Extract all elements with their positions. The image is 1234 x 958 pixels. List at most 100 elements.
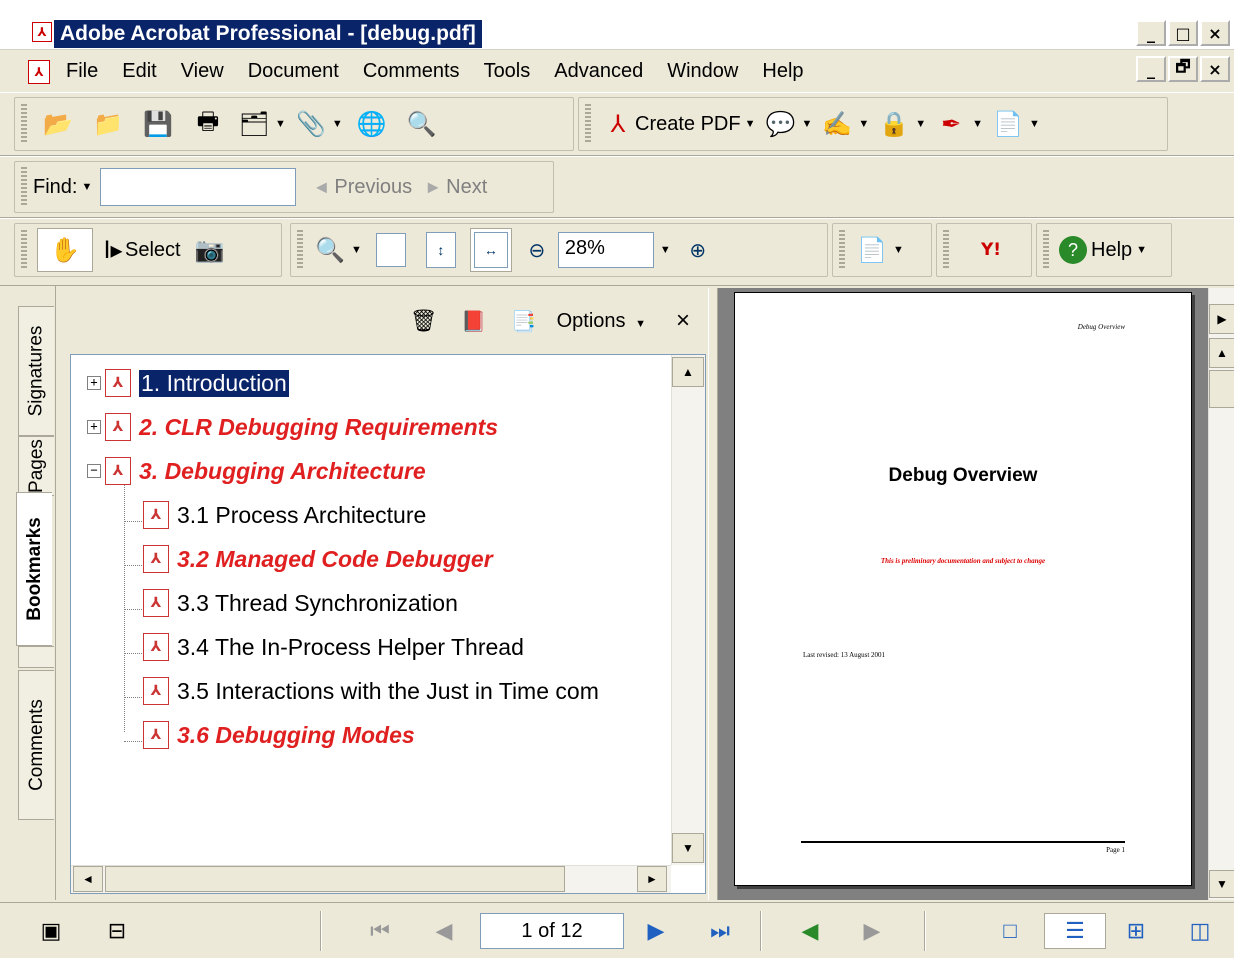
expand-icon[interactable]: +: [87, 376, 101, 390]
bookmark-item[interactable]: − ⅄ 3. Debugging Architecture: [87, 453, 426, 489]
single-page-layout-icon[interactable]: □: [990, 913, 1030, 949]
collapse-icon[interactable]: −: [87, 464, 101, 478]
page-size-icon[interactable]: ⊟: [102, 913, 132, 949]
menu-document[interactable]: Document: [236, 60, 351, 83]
bookmarks-horizontal-scrollbar[interactable]: ◄ ►: [71, 865, 671, 893]
toolbar-grip[interactable]: [943, 230, 949, 270]
toolbar-grip[interactable]: [21, 104, 27, 144]
close-button[interactable]: ×: [1200, 20, 1230, 46]
toolbar-grip[interactable]: [21, 167, 27, 207]
zoom-in-button[interactable]: ⊕: [681, 228, 715, 272]
maximize-button[interactable]: □: [1168, 20, 1198, 46]
bookmark-item[interactable]: ⅄ 3.4 The In-Process Helper Thread: [143, 629, 524, 665]
create-pdf-button[interactable]: ⅄ Create PDF ▼: [601, 102, 756, 146]
expand-icon[interactable]: +: [87, 420, 101, 434]
find-previous-button[interactable]: ◄ Previous: [308, 165, 412, 209]
next-page-icon[interactable]: ▶: [636, 913, 676, 949]
tab-signatures[interactable]: Signatures: [18, 306, 54, 436]
rotate-view-button[interactable]: 📄 ▼: [855, 228, 904, 272]
tasks-button[interactable]: 🗂 ▼: [237, 102, 286, 146]
doc-minimize-button[interactable]: _: [1136, 56, 1166, 82]
secure-button[interactable]: 🔒 ▼: [877, 102, 926, 146]
document-view[interactable]: Debug Overview Debug Overview This is pr…: [718, 288, 1208, 900]
menu-advanced[interactable]: Advanced: [542, 60, 655, 83]
select-tool-button[interactable]: Ⅰ▸ Select: [101, 228, 180, 272]
scroll-right-arrow-icon[interactable]: ►: [637, 866, 667, 892]
attach-button[interactable]: 📎 ▼: [294, 102, 343, 146]
previous-view-icon[interactable]: ◀: [790, 913, 830, 949]
last-page-icon[interactable]: ⏭: [700, 913, 740, 949]
bookmark-item[interactable]: + ⅄ 2. CLR Debugging Requirements: [87, 409, 498, 445]
forms-button[interactable]: 📄 ▼: [991, 102, 1040, 146]
continuous-layout-icon[interactable]: ☰: [1044, 913, 1106, 949]
menu-help[interactable]: Help: [750, 60, 815, 83]
previous-page-icon[interactable]: ◀: [424, 913, 464, 949]
scroll-down-arrow-icon[interactable]: ▼: [672, 833, 704, 863]
options-dropdown[interactable]: Options ▼: [557, 310, 646, 333]
scroll-up-arrow-icon[interactable]: ▲: [1209, 338, 1234, 368]
open-button[interactable]: 📂: [37, 102, 79, 146]
trash-icon[interactable]: 🗑: [407, 304, 441, 338]
toolbar-grip[interactable]: [297, 230, 303, 270]
first-page-icon[interactable]: ⏮: [360, 913, 400, 949]
doc-restore-button[interactable]: 🗗: [1168, 56, 1198, 82]
document-vertical-scrollbar[interactable]: ▶ ▲ ▼: [1208, 288, 1234, 900]
close-panel-icon[interactable]: ×: [676, 307, 690, 335]
toolbar-grip[interactable]: [21, 230, 27, 270]
help-button[interactable]: ? Help ▼: [1059, 228, 1147, 272]
panel-splitter[interactable]: [708, 288, 718, 900]
acrobat-app-icon[interactable]: ⅄: [32, 22, 52, 42]
fit-page-button[interactable]: ↕: [420, 228, 462, 272]
review-comment-button[interactable]: 💬 ▼: [763, 102, 813, 146]
actual-size-button[interactable]: [370, 228, 412, 272]
page-number-input[interactable]: 1 of 12: [480, 913, 624, 949]
zoom-input[interactable]: 28%: [557, 232, 654, 268]
hand-tool-button[interactable]: ✋: [37, 228, 93, 272]
zoom-dropdown-icon[interactable]: ▼: [660, 244, 671, 256]
facing-layout-icon[interactable]: ◫: [1180, 913, 1220, 949]
vertical-scroll-thumb[interactable]: [1209, 370, 1234, 408]
save-button[interactable]: 💾: [137, 102, 179, 146]
scroll-left-arrow-icon[interactable]: ◄: [73, 866, 103, 892]
fit-width-button[interactable]: ↔: [469, 228, 512, 272]
menu-view[interactable]: View: [169, 60, 236, 83]
bookmarks-vertical-scrollbar[interactable]: ▲ ▼: [671, 355, 705, 865]
bookmark-item[interactable]: ⅄ 3.2 Managed Code Debugger: [143, 541, 493, 577]
toolbar-grip[interactable]: [585, 104, 591, 144]
sign-button[interactable]: ✍ ▼: [820, 102, 869, 146]
tab-bookmarks[interactable]: Bookmarks: [16, 492, 52, 646]
document-pdf-icon[interactable]: ⅄: [28, 60, 50, 84]
find-next-button[interactable]: ► Next: [420, 165, 487, 209]
next-page-arrow-icon[interactable]: ▶: [1209, 304, 1234, 334]
minimize-button[interactable]: _: [1136, 20, 1166, 46]
doc-close-button[interactable]: ×: [1200, 56, 1230, 82]
menu-tools[interactable]: Tools: [472, 60, 543, 83]
bookmark-item[interactable]: + ⅄ 1. Introduction: [87, 365, 290, 401]
toolbar-grip[interactable]: [1043, 230, 1049, 270]
print-button[interactable]: 🖶: [187, 102, 229, 146]
menu-file[interactable]: File: [66, 60, 110, 83]
fullscreen-icon[interactable]: ▣: [36, 913, 66, 949]
tab-pages[interactable]: Pages: [18, 436, 54, 496]
new-bookmark-icon[interactable]: 📕: [457, 304, 491, 338]
bookmark-item[interactable]: ⅄ 3.1 Process Architecture: [143, 497, 426, 533]
snapshot-tool-button[interactable]: 📷: [189, 228, 231, 272]
find-dropdown[interactable]: Find: ▼: [33, 165, 92, 209]
bookmark-item[interactable]: ⅄ 3.6 Debugging Modes: [143, 717, 415, 753]
scroll-up-arrow-icon[interactable]: ▲: [672, 357, 704, 387]
zoom-in-tool-button[interactable]: 🔍 ▼: [313, 228, 362, 272]
email-button[interactable]: 🌐: [351, 102, 393, 146]
horizontal-scroll-thumb[interactable]: [105, 866, 565, 892]
menu-comments[interactable]: Comments: [351, 60, 472, 83]
tab-attachments[interactable]: [18, 646, 54, 668]
pdf-page[interactable]: Debug Overview Debug Overview This is pr…: [734, 292, 1192, 886]
find-input[interactable]: [100, 168, 297, 206]
search-button[interactable]: 🔍: [401, 102, 443, 146]
expand-bookmark-icon[interactable]: 📑: [507, 304, 541, 338]
zoom-out-button[interactable]: ⊖: [520, 228, 554, 272]
scroll-down-arrow-icon[interactable]: ▼: [1209, 870, 1234, 898]
bookmark-item[interactable]: ⅄ 3.5 Interactions with the Just in Time…: [143, 673, 599, 709]
continuous-facing-layout-icon[interactable]: ⊞: [1116, 913, 1156, 949]
menu-edit[interactable]: Edit: [110, 60, 168, 83]
next-view-icon[interactable]: ▶: [852, 913, 892, 949]
